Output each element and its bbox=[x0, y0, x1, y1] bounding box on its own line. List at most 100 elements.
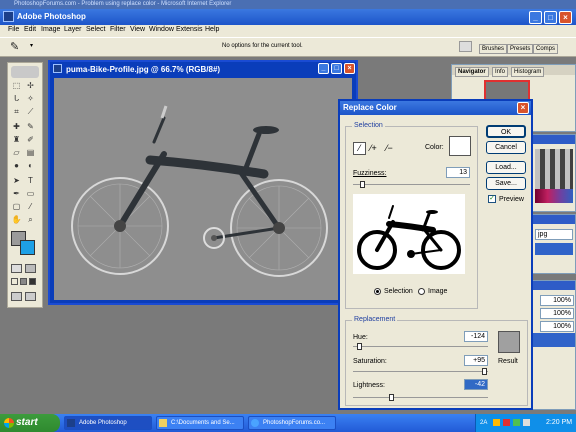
standard-mode-icon[interactable] bbox=[11, 264, 22, 273]
canvas[interactable] bbox=[54, 78, 352, 300]
screen-mode-standard-icon[interactable] bbox=[11, 278, 18, 285]
quick-mask-mode-icon[interactable] bbox=[25, 264, 36, 273]
menu-file[interactable]: File bbox=[8, 26, 19, 33]
slice-tool-icon[interactable]: ⟋ bbox=[25, 106, 36, 117]
menu-window[interactable]: Window bbox=[149, 26, 174, 33]
load-button[interactable]: Load... bbox=[486, 161, 526, 174]
document-maximize-icon[interactable]: □ bbox=[331, 63, 342, 74]
lasso-tool-icon[interactable]: ᒐ bbox=[11, 93, 22, 104]
blur-tool-icon[interactable]: ● bbox=[11, 160, 22, 171]
maximize-icon[interactable]: □ bbox=[544, 11, 557, 24]
background-color-swatch[interactable] bbox=[20, 240, 35, 255]
styles-selected-row[interactable] bbox=[535, 243, 573, 255]
path-selection-tool-icon[interactable]: ➤ bbox=[11, 175, 22, 186]
document-close-icon[interactable]: × bbox=[344, 63, 355, 74]
hand-tool-icon[interactable]: ✋ bbox=[11, 214, 22, 225]
close-icon[interactable]: × bbox=[559, 11, 572, 24]
zoom-tool-icon[interactable]: ⌕ bbox=[25, 214, 36, 225]
tab-info[interactable]: Info bbox=[492, 67, 509, 77]
hue-slider-thumb[interactable] bbox=[357, 343, 362, 350]
selected-color-swatch[interactable] bbox=[449, 136, 471, 156]
menu-help[interactable]: Help bbox=[205, 26, 219, 33]
dodge-tool-icon[interactable]: ◐ bbox=[25, 160, 36, 171]
menu-view[interactable]: View bbox=[130, 26, 145, 33]
tab-histogram[interactable]: Histogram bbox=[511, 67, 545, 77]
eraser-tool-icon[interactable]: ▱ bbox=[11, 147, 22, 158]
menu-select[interactable]: Select bbox=[86, 26, 105, 33]
minimize-icon[interactable]: _ bbox=[529, 11, 542, 24]
task-adobe-photoshop[interactable]: Adobe Photoshop bbox=[64, 416, 152, 430]
fuzziness-input[interactable]: 13 bbox=[446, 167, 470, 178]
save-button[interactable]: Save... bbox=[486, 177, 526, 190]
eyedropper-icon[interactable]: ⁄ bbox=[353, 142, 366, 155]
eyedropper-plus-icon[interactable]: ⁄+ bbox=[370, 142, 377, 155]
marquee-tool-icon[interactable]: ⬚ bbox=[11, 80, 22, 91]
toolbox-option-icon[interactable] bbox=[25, 292, 36, 301]
eyedropper-tool-icon[interactable]: ✎ bbox=[10, 40, 19, 53]
dialog-close-icon[interactable]: × bbox=[517, 102, 529, 114]
tool-preset-chevron-icon[interactable]: ▾ bbox=[30, 42, 33, 49]
swatch-grid[interactable] bbox=[535, 149, 573, 189]
history-brush-tool-icon[interactable]: ✐ bbox=[25, 134, 36, 145]
screen-mode-full-icon[interactable] bbox=[29, 278, 36, 285]
tab-presets[interactable]: Presets bbox=[507, 44, 534, 54]
screen-mode-full-menu-icon[interactable] bbox=[20, 278, 27, 285]
saturation-slider-thumb[interactable] bbox=[482, 368, 487, 375]
selection-legend: Selection bbox=[352, 122, 385, 129]
notes-tool-icon[interactable]: ▢ bbox=[11, 201, 22, 212]
move-tool-icon[interactable]: ✢ bbox=[25, 80, 36, 91]
tab-navigator[interactable]: Navigator bbox=[455, 67, 489, 77]
tray-icon-2[interactable] bbox=[503, 419, 510, 426]
eyedropper-icon[interactable]: ⁄ bbox=[25, 201, 36, 212]
menu-edit[interactable]: Edit bbox=[24, 26, 36, 33]
result-color-swatch[interactable] bbox=[498, 331, 520, 353]
layer-row-selected[interactable] bbox=[533, 333, 575, 347]
eyedropper-minus-icon[interactable]: ⁄− bbox=[386, 142, 393, 155]
tab-brushes[interactable]: Brushes bbox=[479, 44, 508, 54]
lightness-slider-thumb[interactable] bbox=[389, 394, 394, 401]
dialog-title: Replace Color bbox=[343, 103, 397, 112]
hue-slider[interactable] bbox=[353, 346, 488, 347]
speaker-icon[interactable] bbox=[523, 419, 530, 426]
jump-to-imageready-icon[interactable] bbox=[11, 292, 22, 301]
styles-field[interactable]: jpg bbox=[535, 229, 573, 240]
fuzziness-slider[interactable] bbox=[353, 184, 470, 185]
preview-checkbox[interactable]: ✓ bbox=[488, 195, 496, 203]
task-photoshopforums[interactable]: PhotoshopForums.co... bbox=[248, 416, 336, 430]
fuzziness-slider-thumb[interactable] bbox=[360, 181, 366, 188]
healing-brush-tool-icon[interactable]: ✚ bbox=[11, 121, 22, 132]
radio-image[interactable] bbox=[418, 288, 425, 295]
swatch-grid-colors[interactable] bbox=[535, 189, 573, 203]
magic-wand-tool-icon[interactable]: ✧ bbox=[25, 93, 36, 104]
ok-button[interactable]: OK bbox=[486, 125, 526, 138]
pen-tool-icon[interactable]: ✒ bbox=[11, 188, 22, 199]
brush-tool-icon[interactable]: ✎ bbox=[25, 121, 36, 132]
lightness-input[interactable]: -42 bbox=[464, 379, 488, 390]
lightness-slider[interactable] bbox=[353, 397, 488, 398]
radio-selection[interactable] bbox=[374, 288, 381, 295]
tab-comps[interactable]: Comps bbox=[533, 44, 559, 54]
hue-input[interactable]: -124 bbox=[464, 331, 488, 342]
cancel-button[interactable]: Cancel bbox=[486, 141, 526, 154]
saturation-input[interactable]: +95 bbox=[464, 355, 488, 366]
saturation-slider[interactable] bbox=[353, 371, 488, 372]
menu-image[interactable]: Image bbox=[41, 26, 60, 33]
tray-icon-1[interactable] bbox=[493, 419, 500, 426]
type-tool-icon[interactable]: T bbox=[25, 175, 36, 186]
gradient-tool-icon[interactable]: ▤ bbox=[25, 147, 36, 158]
system-tray: 2A 2:20 PM bbox=[475, 414, 576, 432]
fill-field[interactable]: 100% bbox=[540, 308, 574, 319]
document-minimize-icon[interactable]: _ bbox=[318, 63, 329, 74]
task-documents-folder[interactable]: C:\Documents and Se... bbox=[156, 416, 244, 430]
opacity-field[interactable]: 100% bbox=[540, 295, 574, 306]
menu-filter[interactable]: Filter bbox=[110, 26, 126, 33]
crop-tool-icon[interactable]: ⌗ bbox=[11, 106, 22, 117]
saturation-label: Saturation: bbox=[353, 358, 387, 365]
menu-layer[interactable]: Layer bbox=[64, 26, 82, 33]
menu-extensis[interactable]: Extensis bbox=[176, 26, 202, 33]
clone-stamp-tool-icon[interactable]: ♜ bbox=[11, 134, 22, 145]
palette-well-icon[interactable] bbox=[459, 41, 472, 52]
third-percent-field[interactable]: 100% bbox=[540, 321, 574, 332]
shape-tool-icon[interactable]: ▭ bbox=[25, 188, 36, 199]
tray-icon-3[interactable] bbox=[513, 419, 520, 426]
